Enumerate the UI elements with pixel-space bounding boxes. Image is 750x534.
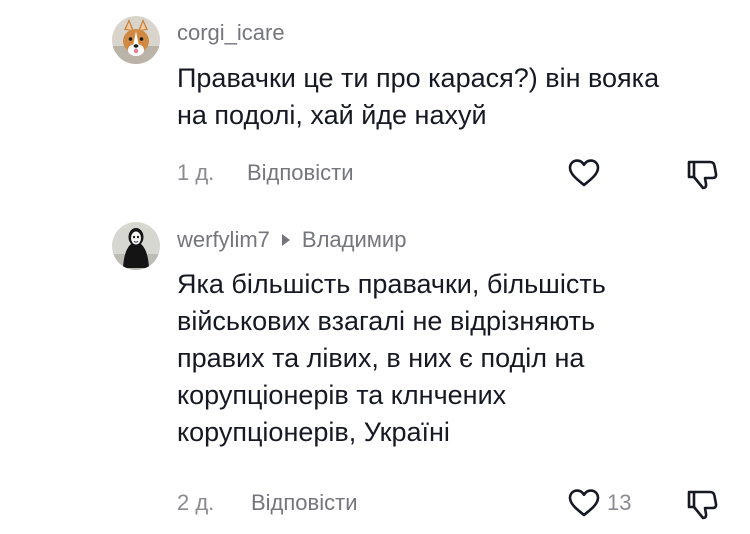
- reply-button[interactable]: Відповісти: [247, 157, 354, 189]
- dislike-button[interactable]: [685, 157, 719, 191]
- comment-item: werfylim7 Владимир Яка більшість правачк…: [0, 210, 750, 534]
- comment-item: corgi_icare Правачки це ти про карася?) …: [0, 0, 750, 210]
- corgi-dog-avatar-icon: [112, 16, 160, 64]
- username[interactable]: werfylim7: [177, 227, 270, 253]
- heart-outline-icon: [568, 159, 600, 187]
- like-button[interactable]: [567, 157, 601, 189]
- thumb-down-outline-icon: [687, 160, 718, 190]
- dislike-button[interactable]: [685, 487, 719, 521]
- masked-figure-avatar-icon: [112, 222, 160, 270]
- like-count: 13: [607, 490, 632, 515]
- timestamp: 2 д.: [177, 490, 215, 515]
- like-button[interactable]: 13: [567, 487, 631, 519]
- avatar[interactable]: [112, 16, 160, 64]
- reply-arrow-icon: [281, 234, 290, 246]
- comment-text: Яка більшість правачки, більшість військ…: [177, 269, 606, 447]
- username-row: corgi_icare: [177, 20, 285, 46]
- comment-meta: 2 д. Відповісти 13: [177, 487, 750, 521]
- thumb-down-outline-icon: [687, 490, 718, 520]
- heart-outline-icon: [568, 489, 600, 517]
- reply-button[interactable]: Відповісти: [251, 487, 358, 519]
- reply-to-username[interactable]: Владимир: [302, 227, 407, 253]
- username[interactable]: corgi_icare: [177, 20, 285, 46]
- comment-meta: 1 д. Відповісти: [177, 157, 750, 191]
- username-row: werfylim7 Владимир: [177, 227, 406, 253]
- timestamp: 1 д.: [177, 160, 215, 185]
- comment-text: Правачки це ти про карася?) він вояка на…: [177, 63, 660, 130]
- avatar[interactable]: [112, 222, 160, 270]
